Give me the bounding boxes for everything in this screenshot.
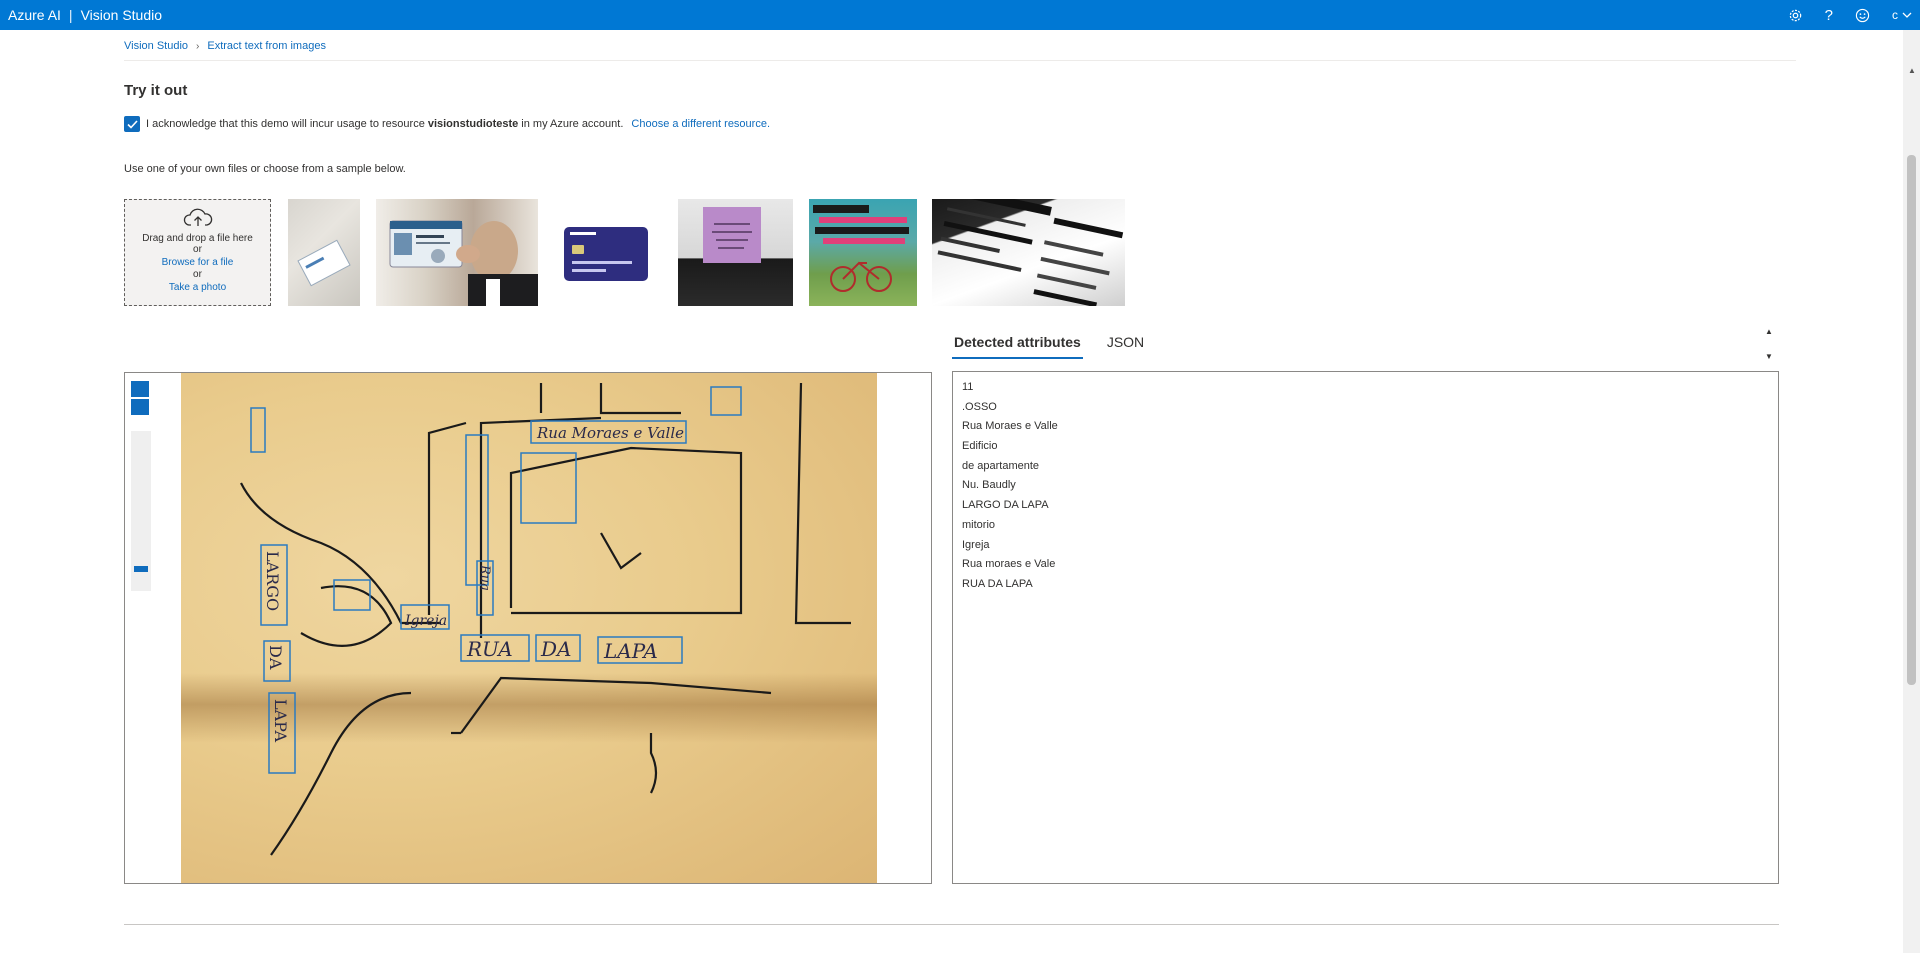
- product-name: Vision Studio: [80, 7, 163, 23]
- sample-image-id-card[interactable]: [376, 199, 538, 306]
- map-label-largo: LARGO: [263, 551, 282, 611]
- account-initial: c: [1892, 8, 1898, 22]
- divider: [124, 924, 1779, 925]
- tab-json[interactable]: JSON: [1105, 332, 1146, 359]
- brand-separator: |: [68, 7, 73, 23]
- map-label-da: DA: [540, 637, 571, 661]
- breadcrumb: Vision Studio › Extract text from images: [124, 40, 326, 52]
- result-tabs: Detected attributes JSON: [952, 332, 1146, 359]
- sample-image-bicycle-poster[interactable]: [809, 199, 917, 306]
- scroll-up-icon[interactable]: ▲: [1908, 66, 1916, 75]
- list-item: Rua Moraes e Valle: [962, 420, 1058, 433]
- account-menu[interactable]: c: [1892, 8, 1912, 22]
- or-text: or: [193, 269, 202, 280]
- map-label-lapa: LAPA: [603, 639, 658, 663]
- map-label-da-vertical: DA: [266, 645, 285, 670]
- help-icon[interactable]: ?: [1825, 7, 1833, 24]
- chevron-down-icon: [1902, 11, 1912, 19]
- acknowledge-text: I acknowledge that this demo will incur …: [146, 118, 425, 130]
- zoom-out-button[interactable]: [131, 399, 149, 415]
- map-label-street: Rua Moraes e Valle: [536, 424, 684, 442]
- list-item: Nu. Baudly: [962, 479, 1016, 492]
- drag-drop-text: Drag and drop a file here: [142, 233, 253, 244]
- page-scrollbar[interactable]: ▲: [1903, 30, 1920, 953]
- handwritten-map-drawing: Rua Moraes e Valle RUA DA LAPA Igreja LA…: [240, 382, 851, 856]
- map-label-rua-vertical: Rua: [477, 564, 492, 591]
- take-photo-link[interactable]: Take a photo: [125, 281, 270, 294]
- cloud-upload-icon: [125, 208, 270, 231]
- gear-icon[interactable]: [1788, 8, 1803, 23]
- page-title: Try it out: [124, 82, 188, 99]
- upload-dropzone[interactable]: Drag and drop a file here or Browse for …: [124, 199, 271, 306]
- zoom-in-button[interactable]: [131, 381, 149, 397]
- list-item: .OSSO: [962, 400, 997, 413]
- chevron-right-icon: ›: [196, 40, 200, 52]
- caret-up-icon[interactable]: ▲: [1765, 327, 1773, 336]
- map-label-rua: RUA: [466, 637, 513, 661]
- brand[interactable]: Azure AI | Vision Studio: [8, 7, 162, 23]
- smiley-icon[interactable]: [1855, 8, 1870, 23]
- zoom-slider-handle[interactable]: [134, 566, 148, 572]
- tab-detected-attributes[interactable]: Detected attributes: [952, 332, 1083, 359]
- list-item: mitorio: [962, 518, 996, 531]
- sample-image-sticky-note[interactable]: [678, 199, 793, 306]
- sample-image-credit-card[interactable]: [556, 199, 654, 306]
- breadcrumb-home[interactable]: Vision Studio: [124, 40, 188, 52]
- zoom-slider[interactable]: [131, 431, 151, 591]
- caret-down-icon[interactable]: ▼: [1765, 352, 1773, 361]
- page-scrollbar-thumb[interactable]: [1907, 155, 1916, 685]
- acknowledge-row: I acknowledge that this demo will incur …: [124, 116, 770, 132]
- divider: [124, 60, 1796, 61]
- list-item: LARGO DA LAPA: [962, 499, 1049, 512]
- brand-name: Azure AI: [8, 7, 61, 23]
- list-item: Rua moraes e Vale: [962, 558, 1056, 571]
- acknowledge-suffix: in my Azure account.: [521, 118, 624, 130]
- list-item: Edificio: [962, 440, 998, 453]
- acknowledge-checkbox[interactable]: [124, 116, 140, 132]
- samples-hint: Use one of your own files or choose from…: [124, 163, 406, 175]
- analyzed-image: Rua Moraes e Valle RUA DA LAPA Igreja LA…: [181, 373, 877, 883]
- breadcrumb-current[interactable]: Extract text from images: [207, 40, 326, 52]
- or-text: or: [193, 244, 202, 255]
- list-item: Igreja: [962, 538, 990, 551]
- top-bar: Azure AI | Vision Studio ? c: [0, 0, 1920, 30]
- map-label-igreja: Igreja: [404, 613, 447, 629]
- checkmark-icon: [126, 119, 138, 129]
- list-item: 11: [962, 381, 974, 393]
- resource-name: visionstudioteste: [427, 118, 519, 130]
- detected-attributes-panel[interactable]: 11 .OSSO Rua Moraes e Valle Edificio de …: [952, 371, 1779, 884]
- list-item: RUA DA LAPA: [962, 577, 1033, 590]
- zoom-controls: [131, 381, 151, 417]
- sample-image-nutrition-label[interactable]: [932, 199, 1125, 306]
- change-resource-link[interactable]: Choose a different resource.: [631, 118, 770, 130]
- tabs-scroller[interactable]: ▲ ▼: [1762, 327, 1776, 361]
- top-icons: ? c: [1788, 0, 1912, 30]
- map-label-lapa-vertical: LAPA: [271, 699, 290, 742]
- browse-file-link[interactable]: Browse for a file: [125, 256, 270, 269]
- detected-text-list: 11 .OSSO Rua Moraes e Valle Edificio de …: [953, 372, 1778, 595]
- sample-image-business-card[interactable]: [288, 199, 360, 306]
- list-item: de apartamente: [962, 459, 1040, 472]
- image-viewer[interactable]: Rua Moraes e Valle RUA DA LAPA Igreja LA…: [124, 372, 932, 884]
